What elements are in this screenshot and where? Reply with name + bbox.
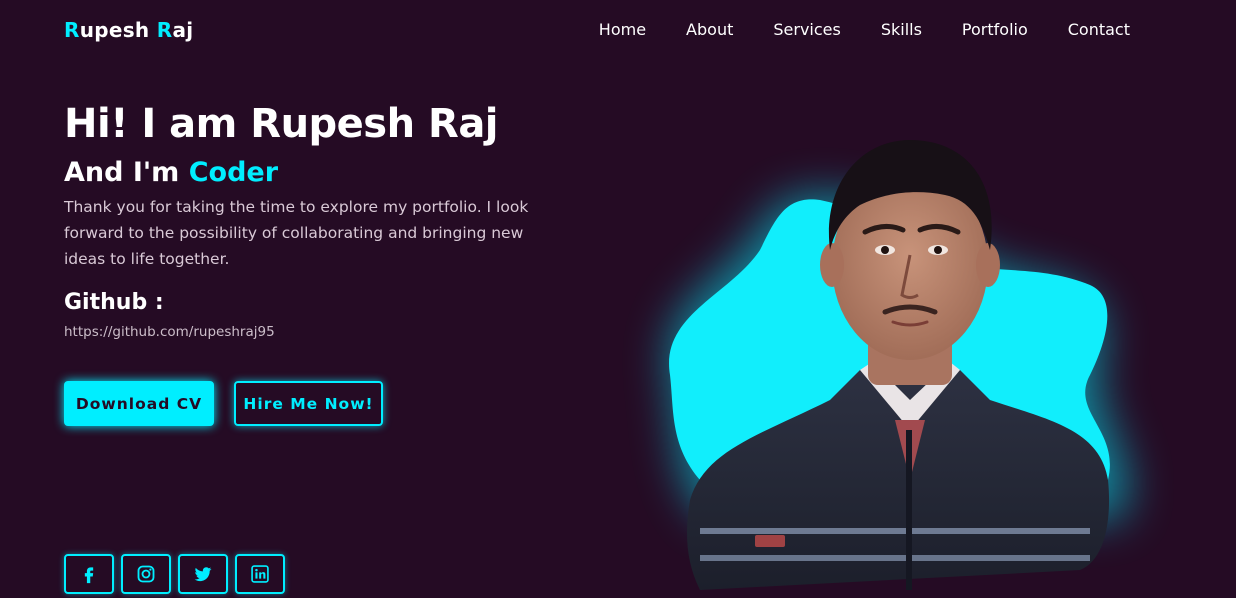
header: Rupesh Raj Home About Services Skills Po… bbox=[0, 0, 1236, 64]
nav-home[interactable]: Home bbox=[599, 20, 646, 39]
logo[interactable]: Rupesh Raj bbox=[64, 18, 193, 42]
logo-text-first: upesh bbox=[79, 18, 157, 42]
nav-contact[interactable]: Contact bbox=[1068, 20, 1130, 39]
nav-portfolio[interactable]: Portfolio bbox=[962, 20, 1028, 39]
logo-initial-2: R bbox=[156, 18, 173, 42]
download-cv-button[interactable]: Download CV bbox=[64, 381, 214, 426]
cta-buttons: Download CV Hire Me Now! bbox=[64, 381, 383, 426]
main-nav: Home About Services Skills Portfolio Con… bbox=[599, 20, 1130, 39]
twitter-link[interactable] bbox=[178, 554, 228, 594]
facebook-icon bbox=[84, 567, 94, 584]
hero-description: Thank you for taking the time to explore… bbox=[64, 198, 529, 268]
linkedin-icon bbox=[251, 565, 269, 583]
nav-services[interactable]: Services bbox=[773, 20, 840, 39]
linkedin-link[interactable] bbox=[235, 554, 285, 594]
twitter-icon bbox=[194, 567, 212, 582]
logo-text-last: aj bbox=[172, 18, 194, 42]
instagram-icon bbox=[137, 565, 155, 583]
profile-portrait bbox=[560, 100, 1200, 598]
hero-subtitle: And I'm Coder bbox=[64, 154, 564, 192]
hero-title: Hi! I am Rupesh Raj bbox=[64, 101, 499, 147]
hero-role: Coder bbox=[188, 157, 279, 188]
logo-initial: R bbox=[64, 18, 80, 42]
hero-text: Hi! I am Rupesh Raj And I'm Coder Thank … bbox=[64, 98, 564, 340]
github-label: Github : bbox=[64, 290, 164, 315]
portrait-illustration bbox=[669, 140, 1129, 590]
hero-subtitle-prefix: And I'm bbox=[64, 157, 189, 188]
github-link[interactable]: https://github.com/rupeshraj95 bbox=[64, 324, 275, 340]
nav-about[interactable]: About bbox=[686, 20, 733, 39]
facebook-link[interactable] bbox=[64, 554, 114, 594]
hire-me-button[interactable]: Hire Me Now! bbox=[234, 381, 383, 426]
instagram-link[interactable] bbox=[121, 554, 171, 594]
social-links bbox=[64, 554, 285, 594]
nav-skills[interactable]: Skills bbox=[881, 20, 922, 39]
